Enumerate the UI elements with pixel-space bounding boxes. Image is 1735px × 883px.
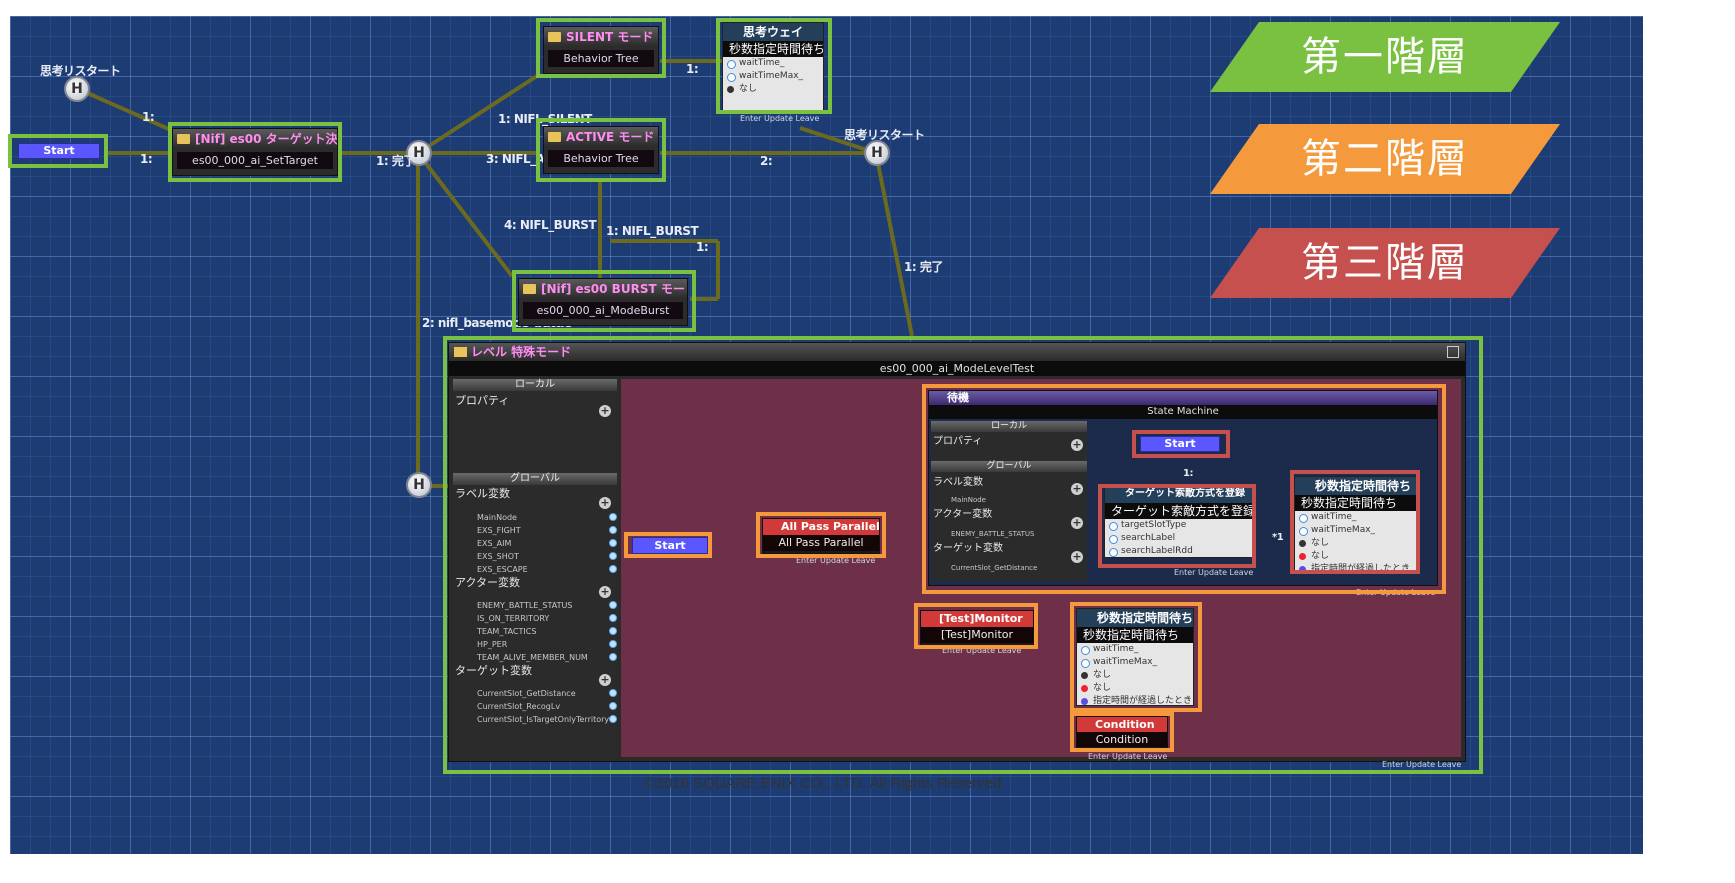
third-level-frame: [1098, 484, 1256, 568]
third-level-frame: [1290, 470, 1420, 574]
second-level-frame: [914, 603, 1038, 649]
first-level-frame: [168, 122, 342, 182]
first-level-frame: [512, 270, 696, 332]
edge-label: 1: 完了: [904, 260, 943, 274]
restart-hub-icon[interactable]: H: [64, 76, 90, 102]
edge-label: 4: NIFL_BURST: [504, 218, 597, 232]
node-footer: Enter Update Leave: [740, 114, 820, 123]
restart-label-2: 思考リスタート: [844, 128, 925, 142]
first-level-frame: [536, 18, 666, 78]
edge-label: 1:: [686, 62, 699, 76]
first-level-frame: [536, 118, 666, 182]
first-level-ribbon: 第一階層: [1210, 22, 1560, 92]
third-level-ribbon: 第三階層: [1210, 228, 1560, 298]
edge-label: 1:: [696, 240, 709, 254]
first-level-frame: [716, 18, 832, 114]
restart-hub-2-icon[interactable]: H: [864, 140, 890, 166]
second-level-frame: [1070, 712, 1174, 752]
second-level-ribbon: 第二階層: [1210, 124, 1560, 194]
lower-hub-icon[interactable]: H: [406, 472, 432, 498]
third-level-frame: [1132, 430, 1230, 458]
edge-label: 1:: [142, 110, 155, 124]
edge-label: 1: NIFL_BURST: [606, 224, 699, 238]
second-level-frame: [624, 532, 712, 558]
first-level-frame: [8, 134, 108, 168]
second-level-frame: [756, 512, 886, 558]
edge-label: 2:: [760, 154, 773, 168]
second-level-frame: [1070, 602, 1202, 712]
copyright-text: ©2016 SQUARE ENIX CO., LTD. All Rights R…: [644, 775, 1006, 792]
edge-label: 1:: [140, 152, 153, 166]
edge-label: 1: 完了: [376, 154, 415, 168]
